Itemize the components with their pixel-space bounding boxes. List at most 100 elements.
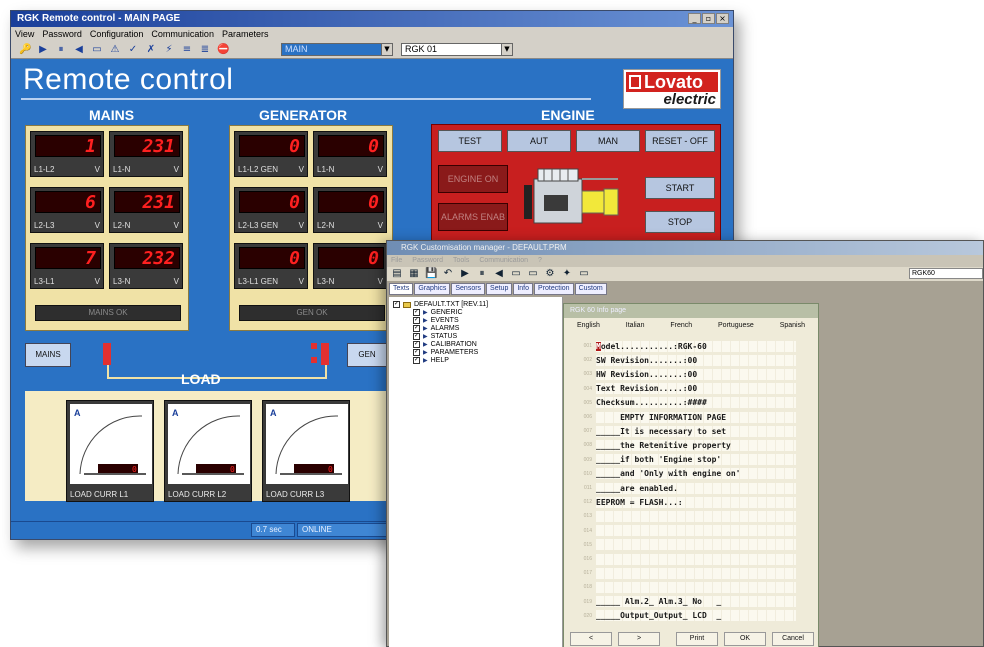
tree-item[interactable]: ✓ ▶ EVENTS <box>413 317 459 324</box>
row-text-field[interactable]: _____Output_Output_ LCD _ <box>596 610 796 622</box>
key-icon[interactable]: 🔑 <box>19 44 31 56</box>
row-text-field[interactable] <box>596 525 796 537</box>
text-row[interactable]: 009 _____if both 'Engine stop' <box>570 454 796 466</box>
text-row[interactable]: 017 <box>570 567 796 579</box>
row-text-field[interactable]: Text Revision.....:00 <box>596 383 796 395</box>
back-icon[interactable]: ◀ <box>73 44 85 56</box>
warning-icon[interactable]: ⚠ <box>109 44 121 56</box>
window-alt-icon[interactable]: ▭ <box>527 268 539 280</box>
window-icon[interactable]: ▭ <box>510 268 522 280</box>
tab-graphics[interactable]: Graphics <box>414 283 451 295</box>
stop-button[interactable]: STOP <box>645 211 715 233</box>
tab-info[interactable]: Info <box>513 283 534 295</box>
row-text-field[interactable]: EMPTY INFORMATION PAGE <box>596 411 796 423</box>
lang-portuguese[interactable]: Portuguese <box>718 319 754 333</box>
text-row[interactable]: 013 <box>570 510 796 522</box>
menu-help[interactable]: ? <box>538 255 542 267</box>
row-text-field[interactable] <box>596 567 796 579</box>
play-icon[interactable]: ▶ <box>459 268 471 280</box>
lang-english[interactable]: English <box>577 319 600 333</box>
row-text-field[interactable]: _____if both 'Engine stop' <box>596 454 796 466</box>
tab-protection[interactable]: Protection <box>534 283 574 295</box>
gear-icon[interactable]: ⚙ <box>544 268 556 280</box>
lightning-icon[interactable]: ⚡ <box>163 44 175 56</box>
menu-communication[interactable]: Communication <box>479 255 528 267</box>
text-row[interactable]: 006 EMPTY INFORMATION PAGE <box>570 411 796 423</box>
close-button[interactable]: × <box>716 13 729 24</box>
cross-icon[interactable]: ✗ <box>145 44 157 56</box>
text-row[interactable]: 010 _____and 'Only with engine on' <box>570 468 796 480</box>
text-row[interactable]: 019 _____ Alm.2_ Alm.3_ No _ <box>570 596 796 608</box>
row-text-field[interactable]: _____are enabled. <box>596 482 796 494</box>
text-row[interactable]: 001 Model...........:RGK-60 <box>570 340 796 352</box>
reset-off-button[interactable]: RESET - OFF <box>645 130 715 152</box>
tab-sensors[interactable]: Sensors <box>451 283 486 295</box>
row-text-field[interactable] <box>596 539 796 551</box>
mains-button[interactable]: MAINS <box>25 343 71 367</box>
device-select[interactable]: RGK 01 ▼ <box>401 43 513 56</box>
row-text-field[interactable]: _____ Alm.2_ Alm.3_ No _ <box>596 596 796 608</box>
row-text-field[interactable]: Checksum..........:#### <box>596 397 796 409</box>
monitor-icon[interactable]: ▭ <box>578 268 590 280</box>
tree-item[interactable]: ✓ ▶ GENERIC <box>413 309 463 316</box>
text-row[interactable]: 003 HW Revision.......:00 <box>570 368 796 380</box>
back-icon[interactable]: ◀ <box>493 268 505 280</box>
menu-tools[interactable]: Tools <box>453 255 469 267</box>
text-row[interactable]: 005 Checksum..........:#### <box>570 397 796 409</box>
tab-setup[interactable]: Setup <box>486 283 513 295</box>
menu-configuration[interactable]: Configuration <box>90 27 144 41</box>
text-row[interactable]: 018 <box>570 581 796 593</box>
gen-button[interactable]: GEN <box>347 343 387 367</box>
test-button[interactable]: TEST <box>438 130 502 152</box>
tab-custom[interactable]: Custom <box>574 283 607 295</box>
menu-password[interactable]: Password <box>42 27 82 41</box>
checkbox-icon[interactable]: ✓ <box>413 309 420 316</box>
checkbox-icon[interactable]: ✓ <box>413 341 420 348</box>
window-icon[interactable]: ▭ <box>91 44 103 56</box>
menu-view[interactable]: View <box>15 27 34 41</box>
cancel-button[interactable]: Cancel <box>772 632 814 646</box>
text-row[interactable]: 008 _____the Retenitive property <box>570 439 796 451</box>
text-row[interactable]: 015 <box>570 539 796 551</box>
checkbox-icon[interactable]: ✓ <box>413 357 420 364</box>
page-select[interactable]: MAIN ▼ <box>281 43 393 56</box>
prev-button[interactable]: < <box>570 632 612 646</box>
text-row[interactable]: 011 _____are enabled. <box>570 482 796 494</box>
tree-item[interactable]: ✓ ▶ ALARMS <box>413 325 459 332</box>
pause-icon[interactable]: ⏸ <box>476 268 488 280</box>
row-text-field[interactable]: SW Revision.......:00 <box>596 354 796 366</box>
tab-texts[interactable]: Texts <box>389 283 414 295</box>
checkbox-icon[interactable]: ✓ <box>413 349 420 356</box>
chevron-down-icon[interactable]: ▼ <box>381 44 392 55</box>
print-button[interactable]: Print <box>676 632 718 646</box>
stop-icon[interactable]: ⛔ <box>217 44 229 56</box>
text-row[interactable]: 014 <box>570 525 796 537</box>
row-text-field[interactable]: HW Revision.......:00 <box>596 368 796 380</box>
row-text-field[interactable] <box>596 510 796 522</box>
start-button[interactable]: START <box>645 177 715 199</box>
row-text-field[interactable] <box>596 581 796 593</box>
list-alt-icon[interactable]: ≣ <box>199 44 211 56</box>
new-icon[interactable]: ▤ <box>391 268 403 280</box>
lang-spanish[interactable]: Spanish <box>780 319 805 333</box>
checkbox-icon[interactable]: ✓ <box>413 325 420 332</box>
play-icon[interactable]: ▶ <box>37 44 49 56</box>
text-row[interactable]: 016 <box>570 553 796 565</box>
row-text-field[interactable]: _____It is necessary to set <box>596 425 796 437</box>
row-text-field[interactable]: _____and 'Only with engine on' <box>596 468 796 480</box>
tree-item[interactable]: ✓ ▶ PARAMETERS <box>413 349 478 356</box>
checkbox-icon[interactable]: ✓ <box>413 333 420 340</box>
list-icon[interactable]: ≡ <box>181 44 193 56</box>
ok-button[interactable]: OK <box>724 632 766 646</box>
menu-file[interactable]: File <box>391 255 402 267</box>
text-row[interactable]: 020 _____Output_Output_ LCD _ <box>570 610 796 622</box>
open-icon[interactable]: ▦ <box>408 268 420 280</box>
pause-icon[interactable]: ⏸ <box>55 44 67 56</box>
menu-communication[interactable]: Communication <box>151 27 214 41</box>
tree-item[interactable]: ✓ ▶ HELP <box>413 357 449 364</box>
text-row[interactable]: 002 SW Revision.......:00 <box>570 354 796 366</box>
tree-root[interactable]: ✓ DEFAULT.TXT [REV.11] <box>393 301 488 308</box>
checkbox-icon[interactable]: ✓ <box>393 301 400 308</box>
row-text-field[interactable]: _____the Retenitive property <box>596 439 796 451</box>
star-icon[interactable]: ✦ <box>561 268 573 280</box>
